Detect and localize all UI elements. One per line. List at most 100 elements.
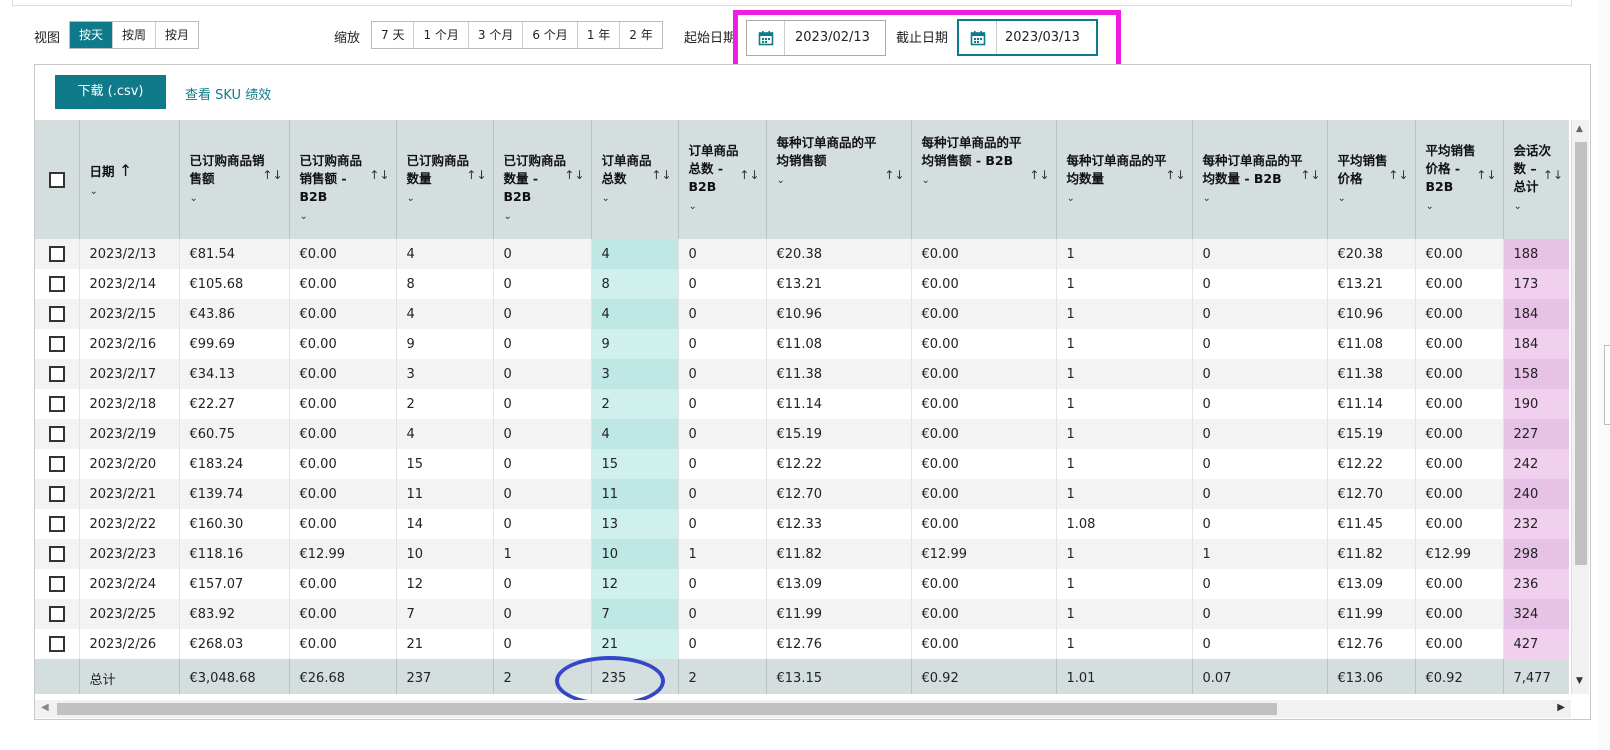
row-checkbox[interactable] [48,396,65,412]
view-option-month[interactable]: 按月 [156,22,199,48]
scroll-right-icon[interactable]: ▶ [1557,702,1565,713]
row-checkbox[interactable] [48,246,65,262]
chevron-down-icon[interactable]: ⌄ [90,183,157,201]
table-row[interactable]: 2023/2/20 €183.24 €0.00 15 0 15 0 €12.22 €0.00 1 0… [35,449,1569,479]
sort-toggle-icon[interactable]: ↑↓ [564,168,584,182]
sort-toggle-icon[interactable]: ↑↓ [651,168,671,182]
chevron-down-icon[interactable]: ⌄ [1514,198,1552,216]
chevron-down-icon[interactable]: ⌄ [1338,190,1393,208]
column-header[interactable]: 已订购商品销售额 - B2B ⌄ ↑↓ [288,120,396,239]
sort-toggle-icon[interactable]: ↑↓ [466,168,486,182]
horizontal-scrollbar[interactable]: ◀ ▶ [35,700,1571,718]
sort-toggle-icon[interactable]: ↑↓ [884,168,904,182]
scroll-left-icon[interactable]: ◀ [41,702,49,713]
table-row[interactable]: 2023/2/13 €81.54 €0.00 4 0 4 0 €20.38 €0.00 1 0 €20… [35,239,1569,269]
zoom-option-6m[interactable]: 6 个月 [523,22,578,48]
row-checkbox[interactable] [48,486,65,502]
table-cell: €0.00 [288,479,396,509]
side-panel-tab[interactable] [1604,345,1610,425]
row-checkbox[interactable] [48,516,65,532]
row-checkbox[interactable] [48,546,65,562]
sort-toggle-icon[interactable]: ↑↓ [262,168,282,182]
column-header[interactable]: 已订购商品数量 ⌄ ↑↓ [395,120,493,239]
scroll-down-icon[interactable]: ▼ [1576,676,1583,686]
chevron-down-icon[interactable]: ⌄ [1203,190,1305,208]
column-header[interactable]: 每种订单商品的平均数量 - B2B ⌄ ↑↓ [1191,120,1327,239]
table-row[interactable]: 2023/2/23 €118.16 €12.99 10 1 10 1 €11.82 €12.99… [35,539,1569,569]
row-checkbox[interactable] [48,366,65,382]
sort-toggle-icon[interactable]: ↑↓ [1300,168,1320,182]
chevron-down-icon[interactable]: ⌄ [300,208,374,226]
sort-toggle-icon[interactable]: ↑↓ [369,168,389,182]
column-header[interactable]: 会话次数 – 总计 ⌄ ↑↓ [1502,120,1569,239]
column-header[interactable]: 平均销售价格 - B2B ⌄ ↑↓ [1414,120,1503,239]
zoom-option-1m[interactable]: 1 个月 [414,22,469,48]
chevron-down-icon[interactable]: ⌄ [922,172,1034,190]
table-row[interactable]: 2023/2/19 €60.75 €0.00 4 0 4 0 €15.19 €0.00 1 0 €15… [35,419,1569,449]
table-cell: 0 [492,419,591,449]
table-row[interactable]: 2023/2/21 €139.74 €0.00 11 0 11 0 €12.70 €0.00 1 0… [35,479,1569,509]
table-row[interactable]: 2023/2/24 €157.07 €0.00 12 0 12 0 €13.09 €0.00 1 0… [35,569,1569,599]
vertical-scroll-thumb[interactable] [1575,142,1587,565]
row-checkbox[interactable] [48,456,65,472]
chevron-down-icon[interactable]: ⌄ [689,198,744,216]
chevron-down-icon[interactable]: ⌄ [1426,198,1481,216]
table-cell: €157.07 [178,569,289,599]
zoom-option-1y[interactable]: 1 年 [577,22,621,48]
table-row[interactable]: 2023/2/18 €22.27 €0.00 2 0 2 0 €11.14 €0.00 1 0 €11… [35,389,1569,419]
zoom-option-7d[interactable]: 7 天 [372,22,415,48]
zoom-option-3m[interactable]: 3 个月 [468,22,524,48]
column-header[interactable]: 每种订单商品的平均数量 ⌄ ↑↓ [1055,120,1192,239]
column-header[interactable]: 已订购商品数量 - B2B ⌄ ↑↓ [492,120,591,239]
table-cell: 173 [1502,269,1569,299]
view-sku-performance-link[interactable]: 查看 SKU 绩效 [185,84,271,103]
row-checkbox[interactable] [48,276,65,292]
row-checkbox[interactable] [48,606,65,622]
table-row[interactable]: 2023/2/22 €160.30 €0.00 14 0 13 0 €12.33 €0.00 1.… [35,509,1569,539]
column-header[interactable]: 平均销售价格 ⌄ ↑↓ [1326,120,1415,239]
table-row[interactable]: 2023/2/25 €83.92 €0.00 7 0 7 0 €11.99 €0.00 1 0 €11… [35,599,1569,629]
row-checkbox[interactable] [48,306,65,322]
sort-toggle-icon[interactable]: ↑↓ [1476,168,1496,182]
row-checkbox[interactable] [48,576,65,592]
sort-toggle-icon[interactable]: ↑↓ [1388,168,1408,182]
chevron-down-icon[interactable]: ⌄ [407,190,471,208]
table-row[interactable]: 2023/2/17 €34.13 €0.00 3 0 3 0 €11.38 €0.00 1 0 €11… [35,359,1569,389]
table-row[interactable]: 2023/2/26 €268.03 €0.00 21 0 21 0 €12.76 €0.00 1 0… [35,629,1569,659]
table-cell: 11 [395,479,493,509]
table-row[interactable]: 2023/2/15 €43.86 €0.00 4 0 4 0 €10.96 €0.00 1 0 €10… [35,299,1569,329]
table-row[interactable]: 2023/2/16 €99.69 €0.00 9 0 9 0 €11.08 €0.00 1 0 €11… [35,329,1569,359]
zoom-option-2y[interactable]: 2 年 [620,22,662,48]
table-row[interactable]: 2023/2/14 €105.68 €0.00 8 0 8 0 €13.21 €0.00 1 0 €1… [35,269,1569,299]
row-checkbox[interactable] [48,636,65,652]
scroll-up-icon[interactable]: ▲ [1576,124,1583,134]
chevron-down-icon[interactable]: ⌄ [602,190,656,208]
chevron-down-icon[interactable]: ⌄ [190,190,267,208]
chevron-down-icon[interactable]: ⌄ [504,208,569,226]
arrow-up-icon[interactable]: ↑ [119,161,132,180]
sort-toggle-icon[interactable]: ↑↓ [739,168,759,182]
view-option-day[interactable]: 按天 [70,22,114,48]
column-header-date[interactable]: 日期 ↑ ⌄ [78,120,179,239]
row-checkbox[interactable] [48,426,65,442]
chevron-down-icon[interactable]: ⌄ [1067,190,1170,208]
download-csv-button[interactable]: 下载 (.csv) [55,75,166,109]
column-header[interactable]: 订单商品总数 - B2B ⌄ ↑↓ [677,120,766,239]
view-option-week[interactable]: 按周 [113,22,157,48]
column-header[interactable]: 已订购商品销售额 ⌄ ↑↓ [178,120,289,239]
sort-toggle-icon[interactable]: ↑↓ [1165,168,1185,182]
chevron-down-icon[interactable]: ⌄ [777,172,889,190]
horizontal-scroll-thumb[interactable] [57,703,1277,715]
select-all-checkbox[interactable] [48,171,65,188]
table-cell: 0 [492,569,591,599]
vertical-scrollbar[interactable]: ▲ ▼ [1571,120,1589,694]
row-checkbox[interactable] [48,336,65,352]
table-cell: €34.13 [178,359,289,389]
row-select-cell [35,449,79,479]
sort-toggle-icon[interactable]: ↑↓ [1029,168,1049,182]
column-header[interactable]: 每种订单商品的平均销售额 ⌄ ↑↓ [765,120,911,239]
sort-toggle-icon[interactable]: ↑↓ [1543,168,1563,182]
column-header[interactable]: 每种订单商品的平均销售额 - B2B ⌄ ↑↓ [910,120,1056,239]
table-cell: 2023/2/15 [78,299,179,329]
column-header[interactable]: 订单商品总数 ⌄ ↑↓ [590,120,678,239]
